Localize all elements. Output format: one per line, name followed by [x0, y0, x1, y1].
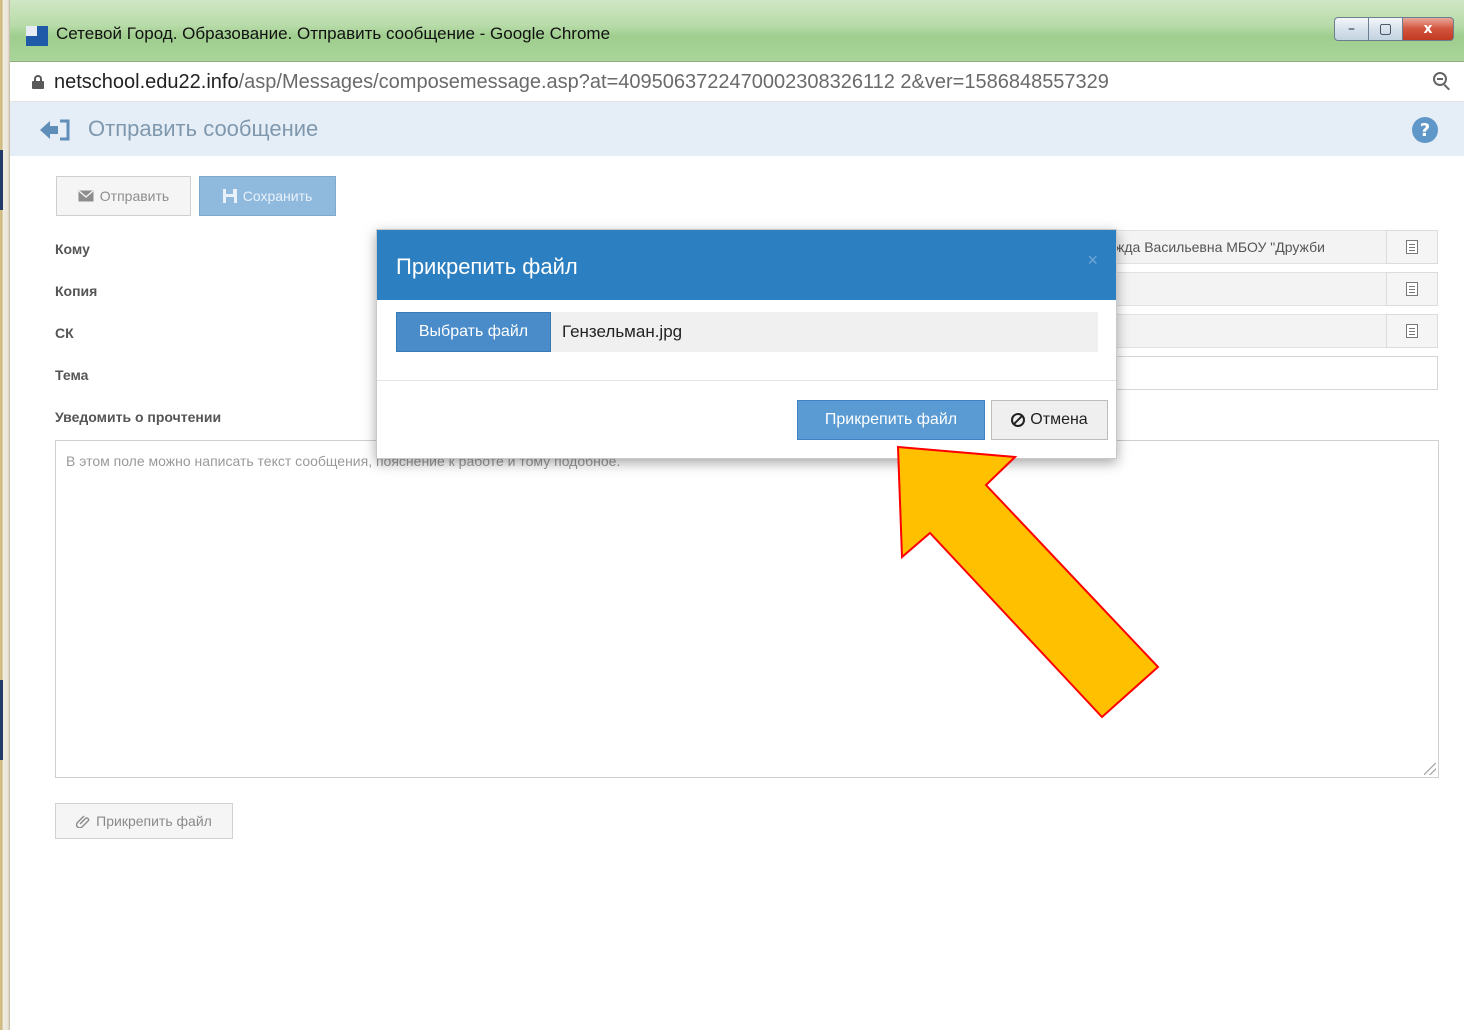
edge-decoration	[0, 150, 3, 210]
to-address-book-button[interactable]	[1386, 230, 1438, 264]
dialog-header: Прикрепить файл ×	[377, 230, 1116, 300]
subject-input[interactable]	[1110, 356, 1438, 390]
send-label: Отправить	[99, 188, 170, 204]
bcc-field[interactable]	[1110, 314, 1386, 348]
window-title: Сетевой Город. Образование. Отправить со…	[56, 24, 611, 43]
save-label: Сохранить	[242, 188, 313, 204]
notify-label: Уведомить о прочтении	[55, 409, 222, 425]
list-icon	[1406, 282, 1418, 296]
browser-window: Сетевой Город. Образование. Отправить со…	[10, 0, 1464, 1030]
address-bar[interactable]: netschool.edu22.info/asp/Messages/compos…	[10, 62, 1464, 102]
minimize-button[interactable]: –	[1334, 17, 1368, 41]
resize-grip[interactable]	[1424, 763, 1436, 775]
attach-file-dialog: Прикрепить файл × Выбрать файл Гензельма…	[376, 229, 1117, 459]
cancel-label: Отмена	[1030, 411, 1088, 428]
back-arrow-icon[interactable]	[38, 118, 72, 142]
url-host: netschool.edu22.info	[54, 71, 239, 93]
cc-label: Копия	[55, 283, 98, 299]
paperclip-icon	[76, 815, 90, 828]
choose-file-button[interactable]: Выбрать файл	[396, 312, 551, 352]
ban-icon	[1011, 413, 1026, 427]
floppy-icon	[222, 189, 237, 203]
subject-label: Тема	[55, 367, 89, 383]
to-field[interactable]: жда Васильевна МБОУ "Дружби	[1110, 230, 1386, 264]
save-button[interactable]: Сохранить	[199, 176, 336, 216]
attach-file-label: Прикрепить файл	[96, 813, 212, 829]
url-text[interactable]: netschool.edu22.info/asp/Messages/compos…	[54, 71, 1109, 94]
page-title: Отправить сообщение	[88, 116, 319, 141]
cancel-button[interactable]: Отмена	[991, 400, 1108, 440]
help-icon[interactable]: ?	[1412, 117, 1438, 143]
window-controls: – ▢ x	[1334, 17, 1454, 41]
selected-file-name: Гензельман.jpg	[562, 322, 683, 341]
annotation-arrow	[896, 445, 1160, 719]
send-button[interactable]: Отправить	[56, 176, 191, 216]
dialog-divider	[377, 380, 1116, 381]
url-path: /asp/Messages/composemessage.asp?at=4095…	[238, 71, 1109, 93]
envelope-icon	[78, 190, 94, 202]
bcc-label: СК	[55, 325, 74, 341]
to-label: Кому	[55, 241, 90, 257]
title-bar: Сетевой Город. Образование. Отправить со…	[10, 0, 1464, 62]
dialog-close-button[interactable]: ×	[1087, 250, 1098, 271]
zoom-icon[interactable]	[1432, 71, 1452, 91]
bcc-address-book-button[interactable]	[1386, 314, 1438, 348]
app-icon	[26, 26, 48, 46]
maximize-button[interactable]: ▢	[1368, 17, 1402, 41]
lock-icon[interactable]	[32, 75, 44, 89]
attach-file-button[interactable]: Прикрепить файл	[55, 803, 233, 839]
arrow-shape	[896, 445, 1160, 719]
cc-field[interactable]	[1110, 272, 1386, 306]
message-textarea[interactable]: В этом поле можно написать текст сообщен…	[55, 440, 1439, 778]
dialog-title: Прикрепить файл	[396, 254, 578, 279]
file-chooser: Выбрать файл Гензельман.jpg	[396, 312, 1098, 352]
window-edge	[0, 0, 10, 1030]
list-icon	[1406, 240, 1418, 254]
confirm-attach-button[interactable]: Прикрепить файл	[797, 400, 985, 440]
list-icon	[1406, 324, 1418, 338]
cc-address-book-button[interactable]	[1386, 272, 1438, 306]
close-window-button[interactable]: x	[1402, 17, 1454, 41]
edge-decoration	[0, 680, 3, 760]
